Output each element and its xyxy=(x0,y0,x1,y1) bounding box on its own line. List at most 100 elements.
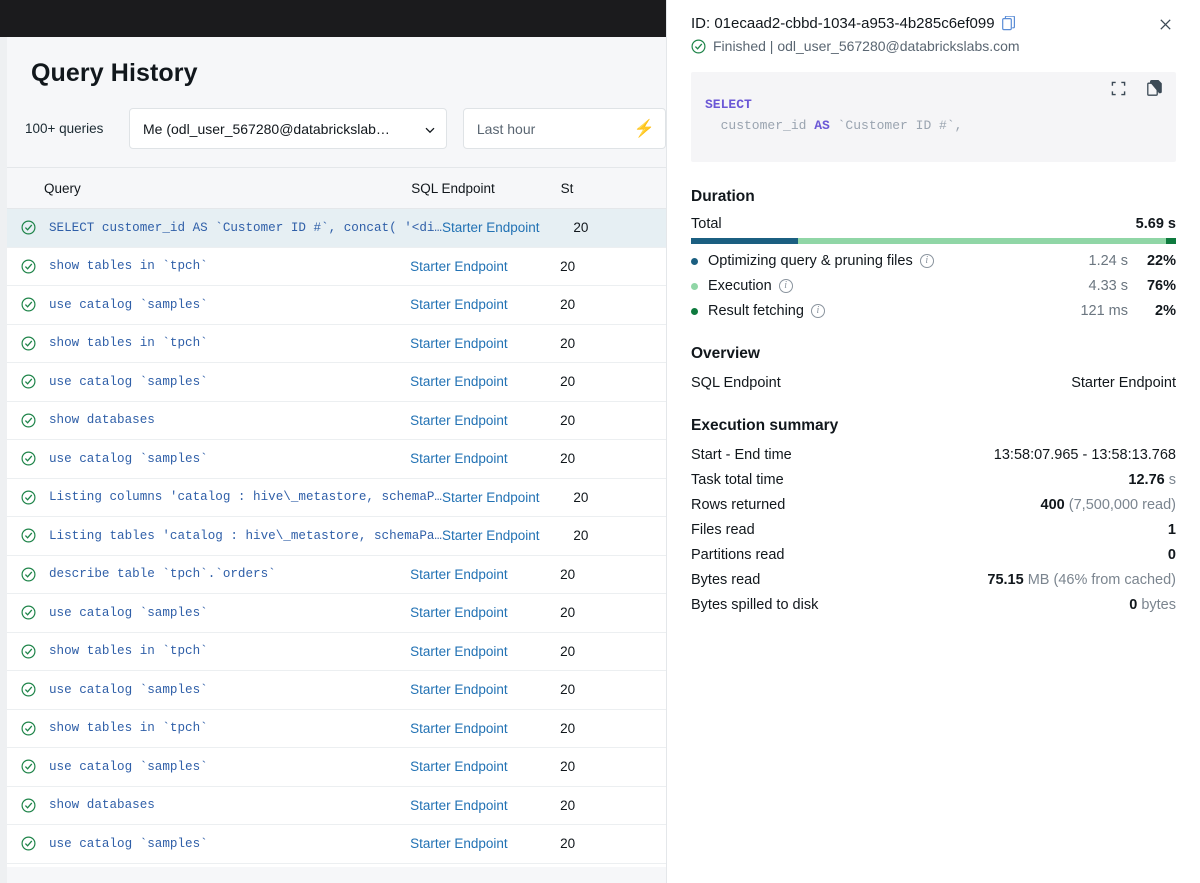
query-text: use catalog `samples` xyxy=(49,374,208,389)
duration-item-text: Result fetching xyxy=(708,303,804,319)
table-row[interactable]: use catalog `samples` Starter Endpoint 20 xyxy=(7,825,666,864)
check-circle-icon xyxy=(21,451,36,466)
info-icon[interactable]: i xyxy=(778,279,793,293)
table-row[interactable]: show tables in `tpch` Starter Endpoint 20 xyxy=(7,325,666,363)
cell-endpoint[interactable]: Starter Endpoint xyxy=(410,336,560,351)
cell-endpoint[interactable]: Starter Endpoint xyxy=(410,259,560,274)
cell-started: 20 xyxy=(560,374,576,390)
table-row[interactable]: show databases Starter Endpoint 20 xyxy=(7,402,666,440)
cell-endpoint[interactable]: Starter Endpoint xyxy=(410,374,560,389)
duration-progress-bar xyxy=(691,238,1176,244)
check-circle-icon xyxy=(21,297,36,312)
code-line-2: customer_id AS `Customer ID #`, xyxy=(705,115,1162,136)
execution-summary-row: Start - End time 13:58:07.965 - 13:58:13.… xyxy=(691,447,1176,463)
cell-started: 20 xyxy=(560,297,576,313)
info-icon[interactable]: i xyxy=(919,254,934,268)
cell-endpoint[interactable]: Starter Endpoint xyxy=(410,682,560,697)
info-icon[interactable]: i xyxy=(810,304,825,318)
query-text: show databases xyxy=(49,798,155,813)
table-row[interactable]: use catalog `samples` Starter Endpoint 20 xyxy=(7,748,666,787)
cell-query: show databases xyxy=(7,413,410,428)
summary-value: 75.15 MB (46% from cached) xyxy=(987,572,1176,588)
query-id-text: ID: 01ecaad2-cbbd-1034-a953-4b285c6ef099 xyxy=(691,15,995,32)
duration-bar-segment xyxy=(797,238,1167,244)
cell-endpoint[interactable]: Starter Endpoint xyxy=(410,451,560,466)
table-row[interactable]: use catalog `samples` Starter Endpoint 20 xyxy=(7,594,666,633)
cell-query: Listing tables 'catalog : hive\_metastor… xyxy=(7,528,442,543)
cell-endpoint[interactable]: Starter Endpoint xyxy=(410,836,560,851)
user-filter-select[interactable]: Me (odl_user_567280@databrickslab… xyxy=(129,108,447,149)
execution-summary-row: Partitions read 0 xyxy=(691,547,1176,563)
column-header-endpoint[interactable]: SQL Endpoint xyxy=(411,181,560,196)
copy-icon[interactable] xyxy=(1147,80,1163,101)
column-header-status[interactable]: St xyxy=(561,181,666,196)
table-row[interactable]: use catalog `samples` Starter Endpoint 20 xyxy=(7,363,666,402)
duration-section-title: Duration xyxy=(691,188,755,205)
time-range-filter[interactable]: Last hour ⚡ xyxy=(462,108,666,149)
table-row[interactable]: show tables in `tpch` Starter Endpoint 20 xyxy=(7,633,666,671)
cell-query: use catalog `samples` xyxy=(7,297,410,312)
summary-label: Bytes spilled to disk xyxy=(691,597,819,613)
execution-summary-list: Start - End time 13:58:07.965 - 13:58:13.… xyxy=(691,447,1176,613)
execution-summary-row: Files read 1 xyxy=(691,522,1176,538)
check-circle-icon xyxy=(21,374,36,389)
table-body: SELECT customer_id AS `Customer ID #`, c… xyxy=(7,209,666,864)
app-root: Query History 100+ queries Me (odl_user_… xyxy=(0,0,1200,883)
check-circle-icon xyxy=(21,759,36,774)
query-text: show tables in `tpch` xyxy=(49,644,208,659)
duration-item-time: 4.33 s xyxy=(1088,278,1129,294)
summary-value: 13:58:07.965 - 13:58:13.768 xyxy=(993,447,1176,463)
copy-icon[interactable] xyxy=(1001,15,1016,31)
cell-endpoint[interactable]: Starter Endpoint xyxy=(442,528,573,543)
table-row[interactable]: use catalog `samples` Starter Endpoint 20 xyxy=(7,440,666,479)
query-history-table: Query SQL Endpoint St SELECT customer_id… xyxy=(7,167,666,867)
cell-query: use catalog `samples` xyxy=(7,836,410,851)
cell-endpoint[interactable]: Starter Endpoint xyxy=(410,567,560,582)
cell-endpoint[interactable]: Starter Endpoint xyxy=(410,297,560,312)
check-circle-icon xyxy=(21,259,36,274)
cell-query: use catalog `samples` xyxy=(7,374,410,389)
close-icon[interactable] xyxy=(1152,11,1178,37)
table-row[interactable]: show tables in `tpch` Starter Endpoint 20 xyxy=(7,710,666,748)
summary-label: Bytes read xyxy=(691,572,761,588)
duration-item-label: Result fetching i xyxy=(708,303,1042,319)
table-row[interactable]: use catalog `samples` Starter Endpoint 20 xyxy=(7,286,666,325)
cell-endpoint[interactable]: Starter Endpoint xyxy=(410,413,560,428)
sql-code-preview[interactable]: SELECT customer_id AS `Customer ID #`, xyxy=(691,72,1176,162)
table-row[interactable]: show tables in `tpch` Starter Endpoint 20 xyxy=(7,248,666,286)
query-id: ID: 01ecaad2-cbbd-1034-a953-4b285c6ef099 xyxy=(691,15,1176,32)
table-row[interactable]: show databases Starter Endpoint 20 xyxy=(7,787,666,825)
table-row[interactable]: Listing tables 'catalog : hive\_metastor… xyxy=(7,517,666,556)
summary-value: 1 xyxy=(1168,522,1176,538)
summary-value-unit: (7,500,000 read) xyxy=(1064,497,1176,513)
duration-item-label: Optimizing query & pruning files i xyxy=(708,253,1042,269)
cell-endpoint[interactable]: Starter Endpoint xyxy=(410,644,560,659)
table-row[interactable]: Listing columns 'catalog : hive\_metasto… xyxy=(7,479,666,517)
cell-endpoint[interactable]: Starter Endpoint xyxy=(410,605,560,620)
cell-endpoint[interactable]: Starter Endpoint xyxy=(442,220,573,235)
cell-endpoint[interactable]: Starter Endpoint xyxy=(410,721,560,736)
cell-started: 20 xyxy=(560,759,576,775)
table-row[interactable]: use catalog `samples` Starter Endpoint 20 xyxy=(7,671,666,710)
table-row[interactable]: SELECT customer_id AS `Customer ID #`, c… xyxy=(7,209,666,248)
overview-endpoint-value[interactable]: Starter Endpoint xyxy=(1071,375,1176,391)
expand-icon[interactable] xyxy=(1111,81,1126,101)
duration-bar-segment xyxy=(1166,238,1176,244)
cell-query: describe table `tpch`.`orders` xyxy=(7,567,410,582)
table-row[interactable]: describe table `tpch`.`orders` Starter En… xyxy=(7,556,666,594)
cell-query: show databases xyxy=(7,798,410,813)
lightning-bolt-icon[interactable]: ⚡ xyxy=(634,120,655,137)
filter-bar: 100+ queries Me (odl_user_567280@databri… xyxy=(7,88,666,149)
cell-endpoint[interactable]: Starter Endpoint xyxy=(410,798,560,813)
cell-endpoint[interactable]: Starter Endpoint xyxy=(410,759,560,774)
query-text: Listing columns 'catalog : hive\_metasto… xyxy=(49,490,442,505)
check-circle-icon xyxy=(21,644,36,659)
summary-value: 12.76 s xyxy=(1128,472,1176,488)
cell-endpoint[interactable]: Starter Endpoint xyxy=(442,490,573,505)
column-header-query[interactable]: Query xyxy=(7,181,411,196)
summary-label: Task total time xyxy=(691,472,784,488)
cell-started: 20 xyxy=(560,566,576,582)
cell-query: show tables in `tpch` xyxy=(7,259,410,274)
cell-started: 20 xyxy=(560,643,576,659)
cell-started: 20 xyxy=(573,220,589,236)
